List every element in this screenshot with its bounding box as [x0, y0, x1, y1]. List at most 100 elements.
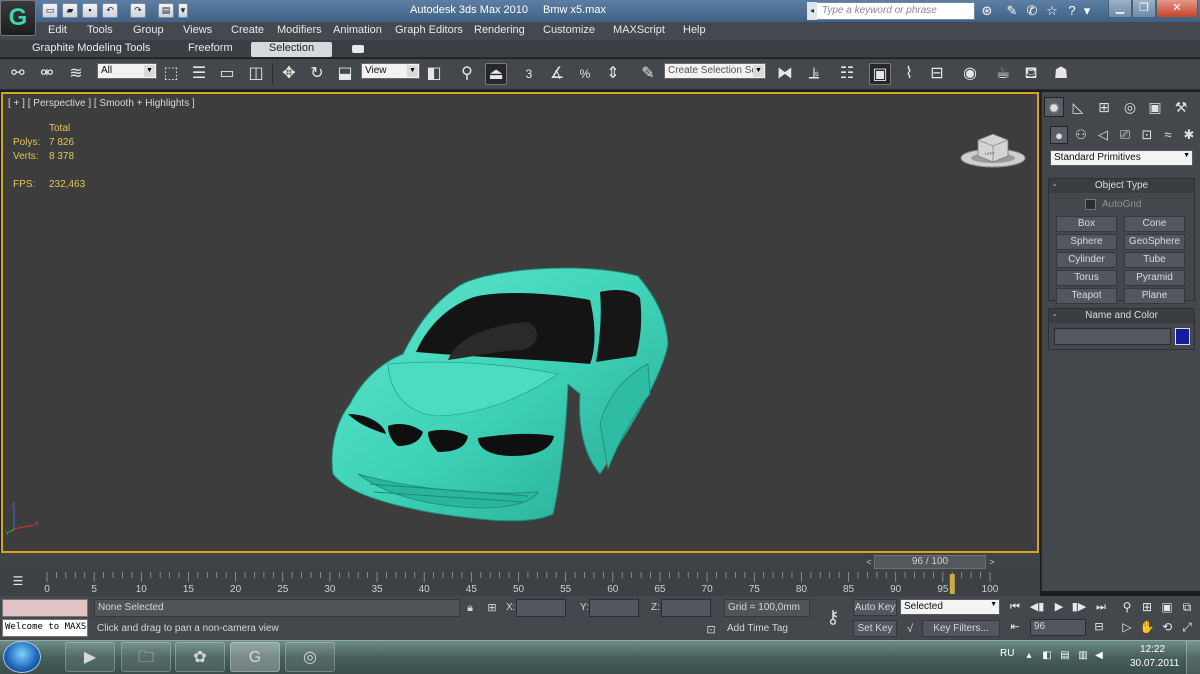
- taskbar-icq-icon[interactable]: ✿: [175, 642, 225, 672]
- key-filter-selection-dropdown[interactable]: Selected ▼: [900, 599, 1000, 615]
- geosphere-button[interactable]: GeoSphere: [1124, 234, 1185, 250]
- auto-key-button[interactable]: Auto Key: [853, 599, 897, 616]
- tray-overflow-icon[interactable]: ▴: [1022, 649, 1036, 663]
- spinner-snap-icon[interactable]: ⇕: [602, 63, 624, 85]
- pivot-center-icon[interactable]: ◧: [423, 63, 445, 85]
- object-category-dropdown[interactable]: Standard Primitives ▼: [1050, 150, 1193, 166]
- material-editor-icon[interactable]: ◉: [959, 63, 981, 85]
- tab-selection[interactable]: Selection: [251, 42, 332, 57]
- z-coordinate-field[interactable]: [661, 599, 711, 617]
- modify-panel-tab-icon[interactable]: ◺: [1068, 97, 1088, 117]
- save-file-icon[interactable]: ▪: [82, 3, 98, 18]
- current-frame-field[interactable]: 96: [1030, 619, 1086, 636]
- select-and-manipulate-icon[interactable]: ⚲: [456, 63, 478, 85]
- new-file-icon[interactable]: ▭: [42, 3, 58, 18]
- teapot-button[interactable]: Teapot: [1056, 288, 1117, 304]
- named-selection-sets-dropdown[interactable]: Create Selection Se ▼: [664, 63, 766, 79]
- next-frame-arrow-icon[interactable]: >: [987, 555, 997, 569]
- tab-graphite-modeling-tools[interactable]: Graphite Modeling Tools: [26, 42, 156, 57]
- cameras-icon[interactable]: ⎚: [1116, 126, 1134, 144]
- plane-button[interactable]: Plane: [1124, 288, 1185, 304]
- selection-filter-dropdown[interactable]: All ▼: [97, 63, 157, 79]
- absolute-relative-transform-icon[interactable]: ⊞: [484, 600, 500, 616]
- menu-edit[interactable]: Edit: [48, 24, 67, 36]
- bmw-x5-car-body-model[interactable]: [328, 264, 673, 530]
- bind-to-space-warp-icon[interactable]: ≋: [65, 63, 87, 85]
- keyboard-shortcut-override-icon[interactable]: ⏏: [485, 63, 507, 85]
- zoom-all-icon[interactable]: ⊞: [1138, 598, 1156, 616]
- selection-lock-icon[interactable]: 🔒︎: [462, 600, 478, 616]
- object-name-field[interactable]: [1054, 328, 1171, 345]
- reference-coordinate-dropdown[interactable]: View ▼: [361, 63, 420, 79]
- select-and-move-icon[interactable]: ✥: [278, 63, 300, 85]
- unlink-selection-icon[interactable]: ⚮: [36, 63, 58, 85]
- display-panel-tab-icon[interactable]: ▣: [1145, 97, 1165, 117]
- taskbar-chrome-icon[interactable]: ◎: [285, 642, 335, 672]
- redo-icon[interactable]: ↷: [130, 3, 146, 18]
- pyramid-button[interactable]: Pyramid: [1124, 270, 1185, 286]
- favorites-star-icon[interactable]: ☆: [1043, 2, 1061, 20]
- helpers-icon[interactable]: ⊡: [1138, 126, 1156, 144]
- taskbar-3dsmax-icon[interactable]: G: [230, 642, 280, 672]
- snaps-toggle-icon[interactable]: 3: [518, 63, 540, 85]
- curve-editor-icon[interactable]: ⌇: [898, 63, 920, 85]
- angle-snap-icon[interactable]: ∡: [546, 63, 568, 85]
- play-animation-icon[interactable]: ▶: [1050, 599, 1068, 615]
- autogrid-checkbox[interactable]: [1085, 199, 1096, 210]
- object-color-swatch[interactable]: [1175, 328, 1190, 345]
- time-slider-thumb[interactable]: 96 / 100: [874, 555, 986, 569]
- close-button[interactable]: ✕: [1156, 0, 1198, 18]
- lights-icon[interactable]: ◁: [1094, 126, 1112, 144]
- y-coordinate-field[interactable]: [589, 599, 639, 617]
- language-indicator[interactable]: RU: [1000, 648, 1014, 659]
- maxscript-mini-listener[interactable]: Welcome to MAXScript.: [2, 619, 88, 637]
- zoom-extents-all-icon[interactable]: ⧉: [1178, 598, 1196, 616]
- motion-panel-tab-icon[interactable]: ◎: [1120, 97, 1140, 117]
- key-filters-button[interactable]: Key Filters...: [922, 620, 1000, 637]
- utilities-panel-tab-icon[interactable]: ⚒: [1171, 97, 1191, 117]
- help-dropdown-icon[interactable]: ▾: [1082, 2, 1092, 20]
- menu-create[interactable]: Create: [231, 24, 264, 36]
- cylinder-button[interactable]: Cylinder: [1056, 252, 1117, 268]
- systems-icon[interactable]: ✱: [1180, 126, 1198, 144]
- percent-snap-icon[interactable]: %: [574, 63, 596, 85]
- menu-tools[interactable]: Tools: [87, 24, 113, 36]
- viewcube[interactable]: LEFT: [958, 124, 1028, 174]
- select-and-rotate-icon[interactable]: ↻: [306, 63, 328, 85]
- add-time-tag-button[interactable]: Add Time Tag: [724, 621, 810, 639]
- menu-animation[interactable]: Animation: [333, 24, 382, 36]
- box-button[interactable]: Box: [1056, 216, 1117, 232]
- hierarchy-panel-tab-icon[interactable]: ⊞: [1094, 97, 1114, 117]
- align-icon[interactable]: ⫡: [803, 63, 825, 85]
- previous-frame-arrow-icon[interactable]: <: [864, 555, 874, 569]
- tray-device-icon[interactable]: ▤: [1058, 649, 1072, 663]
- application-menu-button[interactable]: G: [0, 0, 36, 36]
- mirror-icon[interactable]: ⧓: [774, 63, 796, 85]
- menu-maxscript[interactable]: MAXScript: [613, 24, 665, 36]
- set-key-button[interactable]: Set Key: [853, 620, 897, 637]
- next-frame-icon[interactable]: ▮▶: [1070, 599, 1088, 615]
- menu-help[interactable]: Help: [683, 24, 706, 36]
- select-by-name-icon[interactable]: ☰: [188, 63, 210, 85]
- pan-view-hand-icon[interactable]: ✋: [1138, 618, 1156, 636]
- x-coordinate-field[interactable]: [516, 599, 566, 617]
- communication-icon[interactable]: ✆: [1023, 2, 1041, 20]
- restore-button[interactable]: ❐: [1132, 0, 1156, 18]
- menu-modifiers[interactable]: Modifiers: [277, 24, 322, 36]
- start-button[interactable]: [3, 641, 41, 673]
- set-keys-key-icon[interactable]: ⚷: [818, 604, 848, 630]
- clock-time[interactable]: 12:22: [1140, 644, 1165, 655]
- subscription-icon[interactable]: ✎: [1003, 2, 1021, 20]
- taskbar-media-player-icon[interactable]: ▶: [65, 642, 115, 672]
- cone-button[interactable]: Cone: [1124, 216, 1185, 232]
- sphere-button[interactable]: Sphere: [1056, 234, 1117, 250]
- project-folder-icon[interactable]: ▤: [158, 3, 174, 18]
- field-of-view-icon[interactable]: ▷: [1118, 618, 1136, 636]
- previous-frame-icon[interactable]: ◀▮: [1028, 599, 1046, 615]
- geometry-icon[interactable]: ●: [1050, 126, 1068, 144]
- torus-button[interactable]: Torus: [1056, 270, 1117, 286]
- window-crossing-icon[interactable]: ◫: [245, 63, 267, 85]
- binoculars-icon[interactable]: ⊛: [978, 2, 996, 20]
- menu-group[interactable]: Group: [133, 24, 164, 36]
- minimize-button[interactable]: ▁: [1108, 0, 1132, 18]
